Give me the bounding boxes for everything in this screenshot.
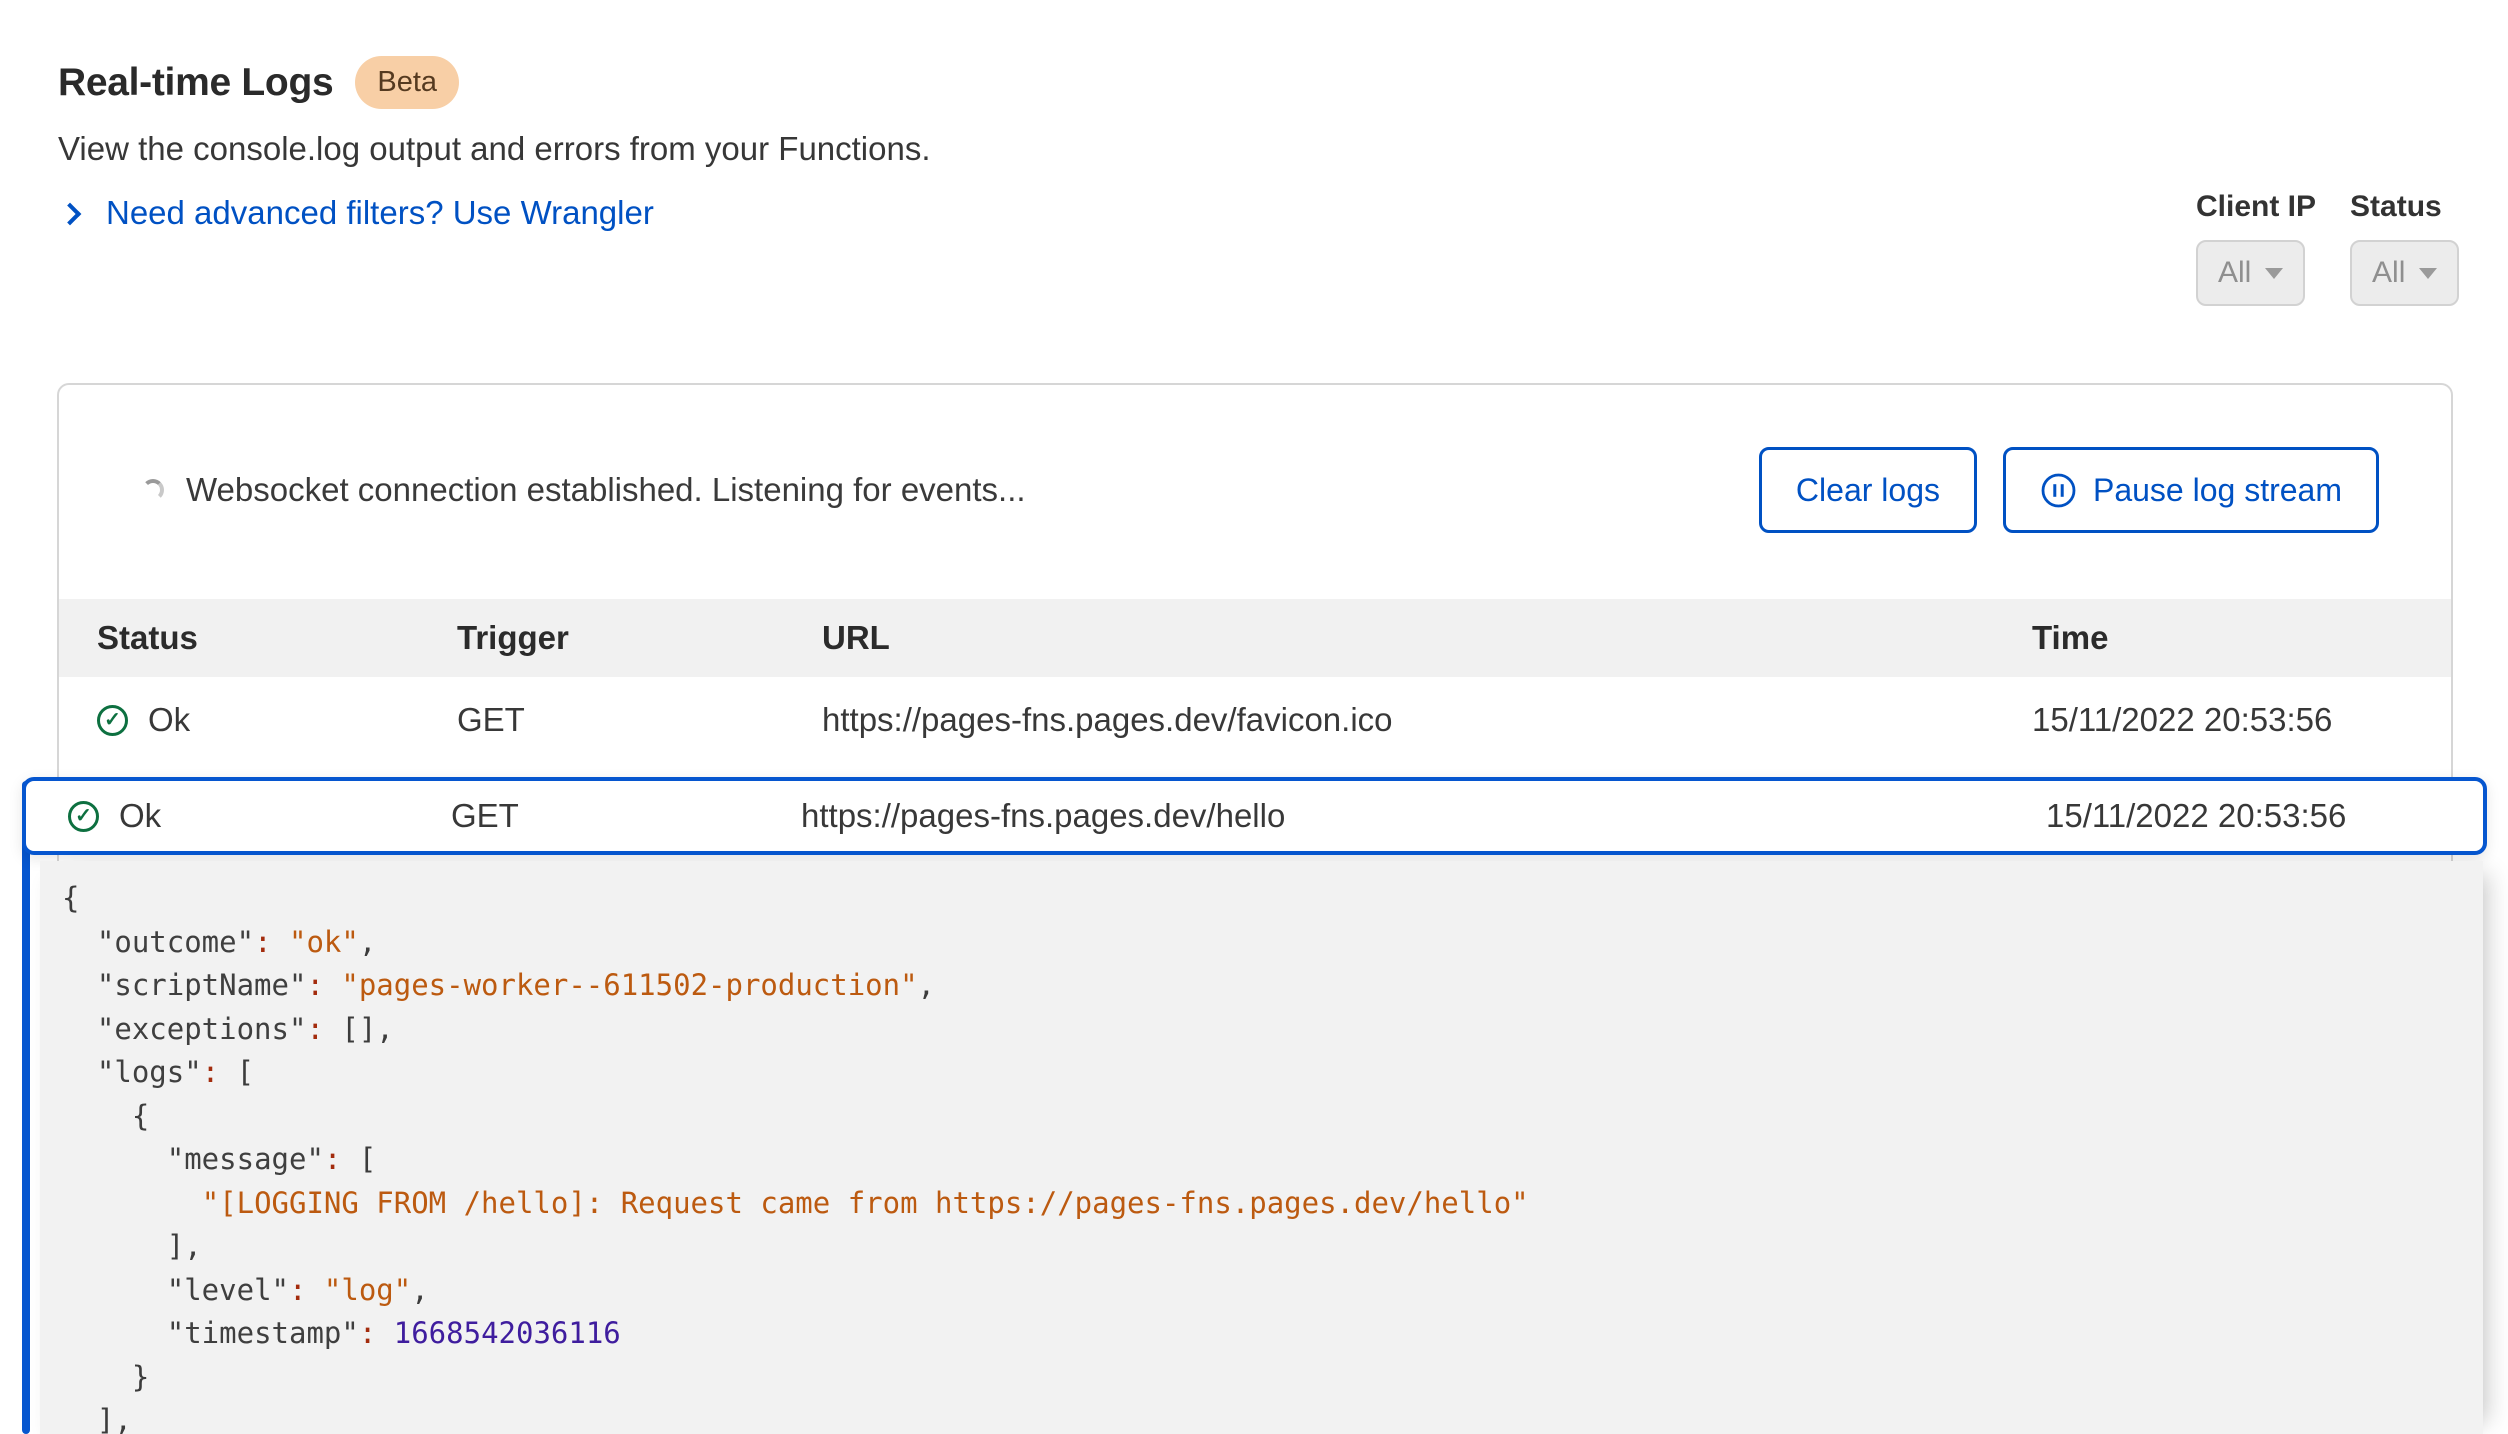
check-circle-icon: ✓ <box>97 705 128 736</box>
page-title: Real-time Logs <box>58 61 333 105</box>
url-cell: https://pages-fns.pages.dev/hello <box>801 797 1285 835</box>
url-cell: https://pages-fns.pages.dev/favicon.ico <box>822 701 1393 739</box>
realtime-logs-page: Real-time Logs Beta View the console.log… <box>0 0 2508 1434</box>
pause-log-stream-label: Pause log stream <box>2093 472 2342 509</box>
status-filter-group: Status All <box>2350 190 2459 306</box>
time-cell: 15/11/2022 20:53:56 <box>2046 797 2346 835</box>
expanded-log-json: { "outcome": "ok", "scriptName": "pages-… <box>40 861 2483 1434</box>
time-cell: 15/11/2022 20:53:56 <box>2032 701 2332 739</box>
json-code: { "outcome": "ok", "scriptName": "pages-… <box>62 877 2483 1434</box>
page-subtitle: View the console.log output and errors f… <box>58 130 931 168</box>
selection-accent-bar <box>22 781 30 1434</box>
status-cell: ✓ Ok <box>68 797 161 835</box>
caret-down-icon <box>2265 268 2283 279</box>
log-table-header: Status Trigger URL Time <box>59 599 2451 677</box>
pause-log-stream-button[interactable]: Pause log stream <box>2003 447 2379 533</box>
log-filters: Client IP All Status All <box>2196 190 2459 306</box>
status-filter-value: All <box>2372 256 2405 290</box>
caret-down-icon <box>2419 268 2437 279</box>
connection-status: Websocket connection established. Listen… <box>142 471 1026 509</box>
status-cell: ✓ Ok <box>97 701 190 739</box>
clear-logs-label: Clear logs <box>1796 472 1940 509</box>
toolbar-buttons: Clear logs Pause log stream <box>1759 447 2379 533</box>
wrangler-link[interactable]: Need advanced filters? Use Wrangler <box>62 194 654 232</box>
log-table-row-selected[interactable]: ✓ Ok GET https://pages-fns.pages.dev/hel… <box>22 777 2487 855</box>
client-ip-filter-dropdown[interactable]: All <box>2196 240 2305 306</box>
expanded-log-card: ✓ Ok GET https://pages-fns.pages.dev/hel… <box>22 777 2487 1434</box>
wrangler-link-label: Need advanced filters? Use Wrangler <box>106 194 654 232</box>
client-ip-filter-group: Client IP All <box>2196 190 2316 306</box>
status-filter-label: Status <box>2350 190 2459 224</box>
client-ip-filter-label: Client IP <box>2196 190 2316 224</box>
column-header-url: URL <box>822 619 890 657</box>
status-text: Ok <box>148 701 190 739</box>
clear-logs-button[interactable]: Clear logs <box>1759 447 1977 533</box>
page-header: Real-time Logs Beta <box>58 56 459 109</box>
chevron-right-icon <box>59 203 82 226</box>
status-filter-dropdown[interactable]: All <box>2350 240 2459 306</box>
column-header-trigger: Trigger <box>457 619 569 657</box>
pause-icon <box>2040 472 2077 509</box>
status-text: Ok <box>119 797 161 835</box>
spinner-icon <box>142 479 164 501</box>
connection-status-message: Websocket connection established. Listen… <box>186 471 1026 509</box>
trigger-cell: GET <box>451 797 519 835</box>
log-table-row[interactable]: ✓ Ok GET https://pages-fns.pages.dev/fav… <box>59 677 2451 763</box>
column-header-time: Time <box>2032 619 2108 657</box>
beta-badge: Beta <box>355 56 459 109</box>
column-header-status: Status <box>97 619 198 657</box>
trigger-cell: GET <box>457 701 525 739</box>
client-ip-filter-value: All <box>2218 256 2251 290</box>
check-circle-icon: ✓ <box>68 801 99 832</box>
log-stream-toolbar: Websocket connection established. Listen… <box>142 445 2379 535</box>
